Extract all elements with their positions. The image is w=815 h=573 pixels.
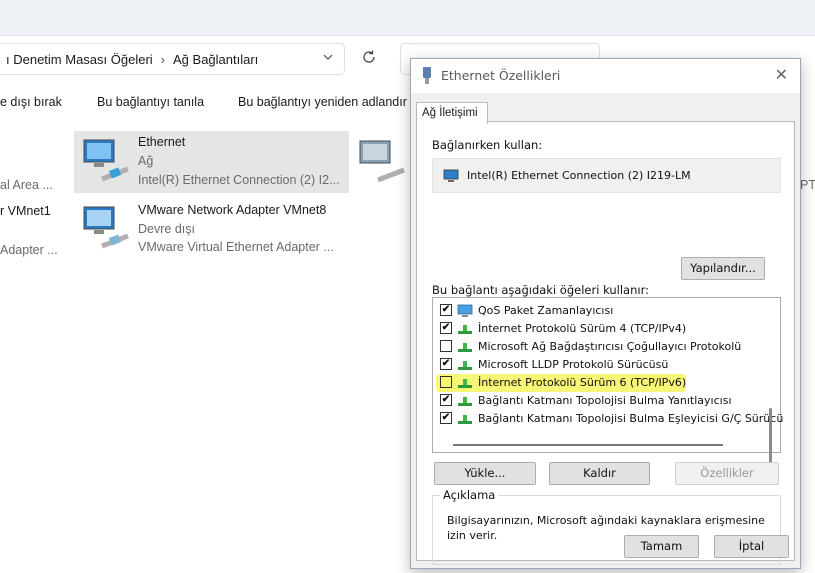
vertical-scrollbar[interactable] <box>769 408 772 468</box>
partial-item-subtitle: Adapter ... <box>0 243 58 257</box>
item-status: Devre dışı <box>138 222 195 236</box>
partial-item-title[interactable]: r VMnet1 <box>0 204 51 218</box>
item-title: Ethernet <box>138 135 186 149</box>
protocol-icon <box>457 358 473 372</box>
diagnose-connection-command[interactable]: Bu bağlantıyı tanıla <box>97 95 204 109</box>
component-checkbox[interactable] <box>440 340 452 352</box>
network-adapter-icon <box>443 169 459 183</box>
component-label: Microsoft Ağ Bağdaştırıcısı Çoğullayıcı … <box>478 340 742 353</box>
breadcrumb-separator: › <box>160 51 166 67</box>
list-item[interactable]: ✔ Microsoft LLDP Protokolü Sürücüsü <box>440 356 760 373</box>
list-item[interactable]: ✔ Bağlantı Katmanı Topolojisi Bulma Eşle… <box>440 410 783 427</box>
protocol-icon <box>457 394 473 408</box>
list-item[interactable]: ✔ Bağlantı Katmanı Topolojisi Bulma Yanı… <box>440 392 760 409</box>
breadcrumb-network-connections[interactable]: Ağ Bağlantıları <box>173 52 258 67</box>
tab-strip: Ağ İletişimi <box>411 93 800 124</box>
install-button[interactable]: Yükle... <box>434 462 536 485</box>
ethernet-properties-dialog: Ethernet Özellikleri ✕ Ağ İletişimi Bağl… <box>410 58 801 569</box>
description-title: Açıklama <box>440 488 499 502</box>
address-bar[interactable]: ı Denetim Masası Öğeleri › Ağ Bağlantıla… <box>0 43 345 75</box>
component-label: Bağlantı Katmanı Topolojisi Bulma Eşleyi… <box>478 412 784 425</box>
list-item[interactable]: ✔ İnternet Protokolü Sürüm 4 (TCP/IPv4) <box>440 320 760 337</box>
component-label: İnternet Protokolü Sürüm 4 (TCP/IPv4) <box>478 322 687 335</box>
dialog-title-bar: Ethernet Özellikleri ✕ <box>411 59 800 93</box>
component-checkbox[interactable]: ✔ <box>440 412 452 424</box>
item-device: Intel(R) Ethernet Connection (2) I2... <box>138 173 340 187</box>
partial-item-subtitle: al Area ... <box>0 178 53 192</box>
protocol-icon <box>457 340 473 354</box>
items-label: Bu bağlantı aşağıdaki öğeleri kullanır: <box>432 283 649 297</box>
item-device: VMware Virtual Ethernet Adapter ... <box>138 240 334 254</box>
components-list[interactable]: ✔ QoS Paket Zamanlayıcısı ✔ İnternet Pro… <box>432 297 783 468</box>
component-checkbox[interactable]: ✔ <box>440 358 452 370</box>
component-checkbox[interactable]: ✔ <box>440 304 452 316</box>
component-label: Microsoft LLDP Protokolü Sürücüsü <box>478 358 669 371</box>
breadcrumb-control-panel-items[interactable]: ı Denetim Masası Öğeleri <box>6 52 153 67</box>
configure-button[interactable]: Yapılandır... <box>681 257 765 280</box>
network-item-vmnet8[interactable]: VMware Network Adapter VMnet8 Devre dışı… <box>74 198 349 260</box>
qos-icon <box>457 304 473 318</box>
list-item[interactable]: ✔ QoS Paket Zamanlayıcısı <box>440 302 760 319</box>
list-item[interactable]: Microsoft Ağ Bağdaştırıcısı Çoğullayıcı … <box>440 338 760 355</box>
component-label: Bağlantı Katmanı Topolojisi Bulma Yanıtl… <box>478 394 732 407</box>
component-label: QoS Paket Zamanlayıcısı <box>478 304 614 317</box>
dialog-title: Ethernet Özellikleri <box>441 68 561 83</box>
tab-networking[interactable]: Ağ İletişimi <box>416 102 488 124</box>
properties-button[interactable]: Özellikler <box>675 462 779 485</box>
partial-item-subtitle: PT <box>800 178 815 192</box>
adapter-display: Intel(R) Ethernet Connection (2) I219-LM <box>432 158 781 193</box>
protocol-icon <box>457 322 473 336</box>
network-item-ethernet[interactable]: Ethernet Ağ Intel(R) Ethernet Connection… <box>74 131 349 193</box>
connect-using-label: Bağlanırken kullan: <box>432 138 543 152</box>
ok-button[interactable]: Tamam <box>624 535 699 558</box>
protocol-icon <box>457 412 473 426</box>
component-label: İnternet Protokolü Sürüm 6 (TCP/IPv6) <box>478 376 687 389</box>
close-icon[interactable]: ✕ <box>775 65 788 85</box>
network-adapter-disabled-icon <box>80 202 132 254</box>
adapter-name: Intel(R) Ethernet Connection (2) I219-LM <box>467 169 691 182</box>
item-title: VMware Network Adapter VMnet8 <box>138 203 327 217</box>
cancel-button[interactable]: İptal <box>714 535 789 558</box>
networking-tab-panel: Bağlanırken kullan: Intel(R) Ethernet Co… <box>416 121 795 565</box>
item-status: Ağ <box>138 154 154 168</box>
disable-device-command[interactable]: e dışı bırak <box>0 95 62 109</box>
address-dropdown-chevron-icon[interactable] <box>322 51 334 66</box>
component-checkbox[interactable]: ✔ <box>440 322 452 334</box>
rename-connection-command[interactable]: Bu bağlantıyı yeniden adlandır <box>238 95 407 109</box>
network-adapter-icon <box>80 135 132 187</box>
component-checkbox[interactable]: ✔ <box>440 394 452 406</box>
network-adapter-icon[interactable] <box>356 136 408 188</box>
network-plug-icon <box>421 66 433 86</box>
refresh-icon[interactable] <box>360 48 378 71</box>
uninstall-button[interactable]: Kaldır <box>549 462 650 485</box>
protocol-icon <box>457 376 473 390</box>
explorer-title-bar <box>0 0 815 36</box>
component-checkbox[interactable] <box>440 376 452 388</box>
list-item-ipv6[interactable]: İnternet Protokolü Sürüm 6 (TCP/IPv6) <box>436 374 760 392</box>
horizontal-scrollbar[interactable] <box>453 444 723 446</box>
